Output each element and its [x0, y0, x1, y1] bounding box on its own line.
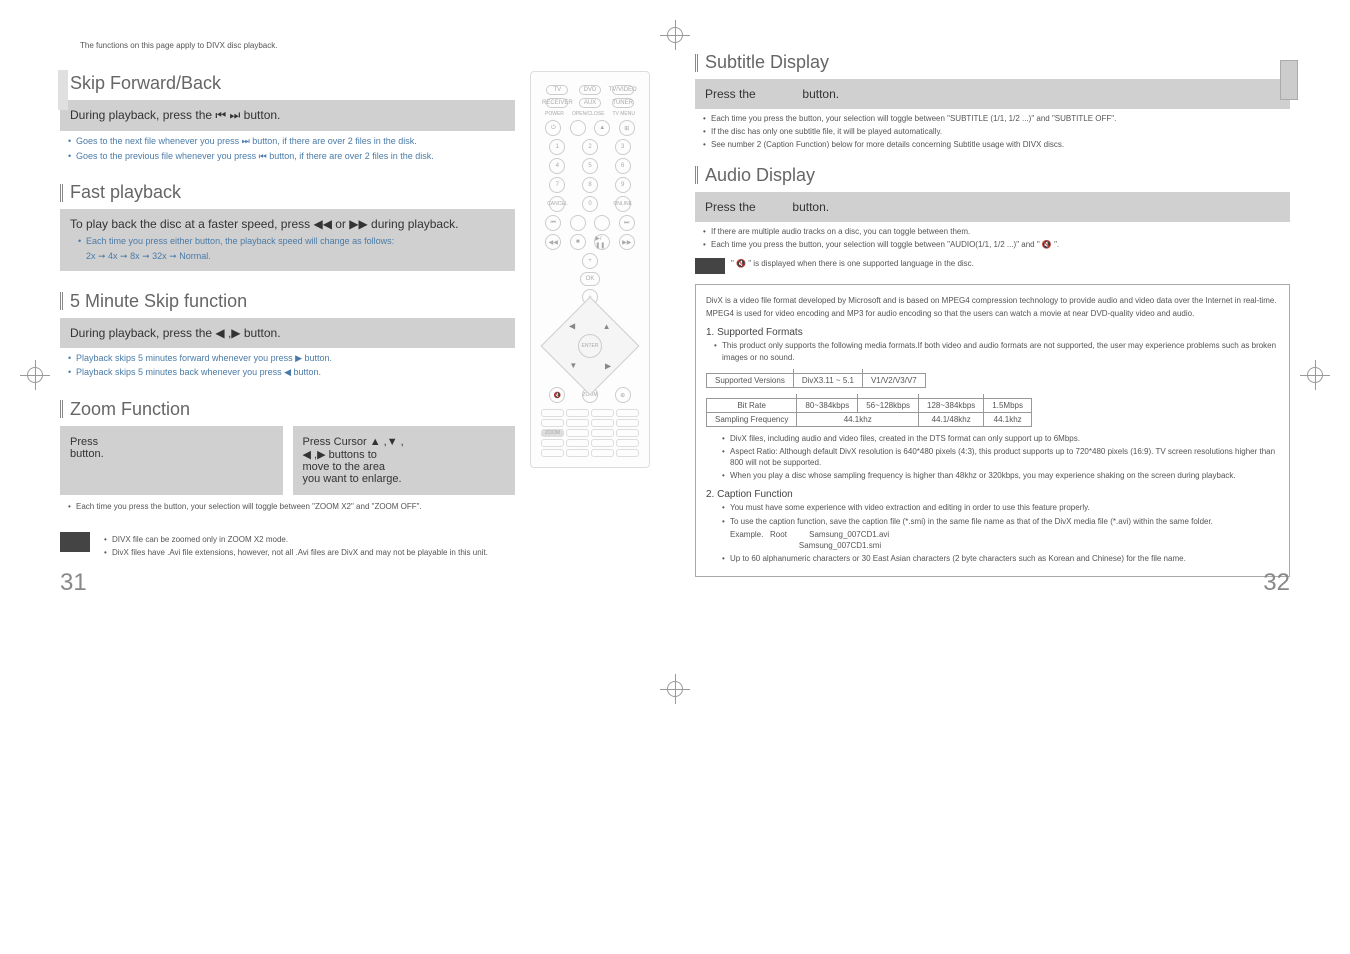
- page-number-left: 31: [60, 569, 87, 597]
- zoom-box-1: Press button.: [60, 426, 283, 495]
- divx-support-bullets: DivX files, including audio and video fi…: [706, 433, 1279, 482]
- audio-note-icon: [695, 258, 725, 274]
- crop-mark-right: [1300, 360, 1330, 390]
- page-left: The functions on this page apply to DIVX…: [60, 40, 655, 577]
- fast-box: To play back the disc at a faster speed,…: [60, 209, 515, 270]
- divx-info-box: DivX is a video file format developed by…: [695, 284, 1290, 577]
- audio-bullets: If there are multiple audio tracks on a …: [695, 226, 1290, 250]
- zoom-title: Zoom Function: [60, 399, 515, 420]
- subtitle-press: Press the button.: [695, 79, 1290, 109]
- skip-heading: During playback, press the ⏮ ⏭ button.: [60, 100, 515, 131]
- zoom-note: Each time you press the button, your sel…: [60, 501, 515, 512]
- audio-note: " 🔇 " is displayed when there is one sup…: [695, 258, 1290, 274]
- caption-bullets: You must have some experience with video…: [706, 502, 1279, 526]
- supported-versions-table: Supported Versions DivX3.11 ~ 5.1 V1/V2/…: [706, 369, 926, 388]
- remote-illustration: TVDVDTV/VIDEO RECEIVERAUXTUNER POWEROPEN…: [525, 61, 655, 568]
- divx-ex1: Example. Root Samsung_007CD1.avi: [706, 529, 1279, 540]
- crop-mark-top: [660, 20, 690, 50]
- skip-bullets: Goes to the next file whenever you press…: [60, 135, 515, 162]
- fast-heading: To play back the disc at a faster speed,…: [70, 217, 505, 231]
- fast-bullets: Each time you press either button, the p…: [70, 235, 505, 248]
- left-side-tab: [58, 70, 68, 110]
- divx-s1: This product only supports the following…: [714, 340, 1279, 362]
- crop-mark-bottom: [660, 674, 690, 704]
- fivemin-bullets: Playback skips 5 minutes forward wheneve…: [60, 352, 515, 379]
- crop-mark-left: [20, 360, 50, 390]
- fast-title: Fast playback: [60, 182, 515, 203]
- fast-speeds: 2x ➞ 4x ➞ 8x ➞ 32x ➞ Normal.: [70, 250, 505, 263]
- fivemin-heading: During playback, press the ◀ ,▶ button.: [60, 318, 515, 348]
- bitrate-table: Bit Rate 80~384kbps 56~128kbps 128~384kb…: [706, 394, 1032, 427]
- subtitle-title: Subtitle Display: [695, 52, 1290, 73]
- note-icon: [60, 532, 90, 552]
- audio-press: Press the button.: [695, 192, 1290, 222]
- zoom-boxes: Press button. Press Cursor ▲ ,▼ , ◀ ,▶ b…: [60, 426, 515, 495]
- intro-text: The functions on this page apply to DIVX…: [80, 40, 655, 51]
- left-footnote: DIVX file can be zoomed only in ZOOM X2 …: [60, 532, 515, 560]
- right-tab: [1280, 60, 1298, 100]
- divx-p2: MPEG4 is used for video encoding and MP3…: [706, 308, 1279, 319]
- divx-ex2: Samsung_007CD1.smi: [706, 540, 1279, 551]
- caption-bullet-3: Up to 60 alphanumeric characters or 30 E…: [706, 553, 1279, 564]
- zoom-box-2: Press Cursor ▲ ,▼ , ◀ ,▶ buttons to move…: [293, 426, 516, 495]
- audio-title: Audio Display: [695, 165, 1290, 186]
- fivemin-title: 5 Minute Skip function: [60, 291, 515, 312]
- divx-h2: 2. Caption Function: [706, 489, 1279, 500]
- skip-title: Skip Forward/Back: [60, 73, 515, 94]
- divx-h1: 1. Supported Formats: [706, 327, 1279, 338]
- divx-p1: DivX is a video file format developed by…: [706, 295, 1279, 306]
- page-number-right: 32: [1263, 569, 1290, 597]
- subtitle-bullets: Each time you press the button, your sel…: [695, 113, 1290, 151]
- page-right: Subtitle Display Press the button. Each …: [695, 40, 1290, 577]
